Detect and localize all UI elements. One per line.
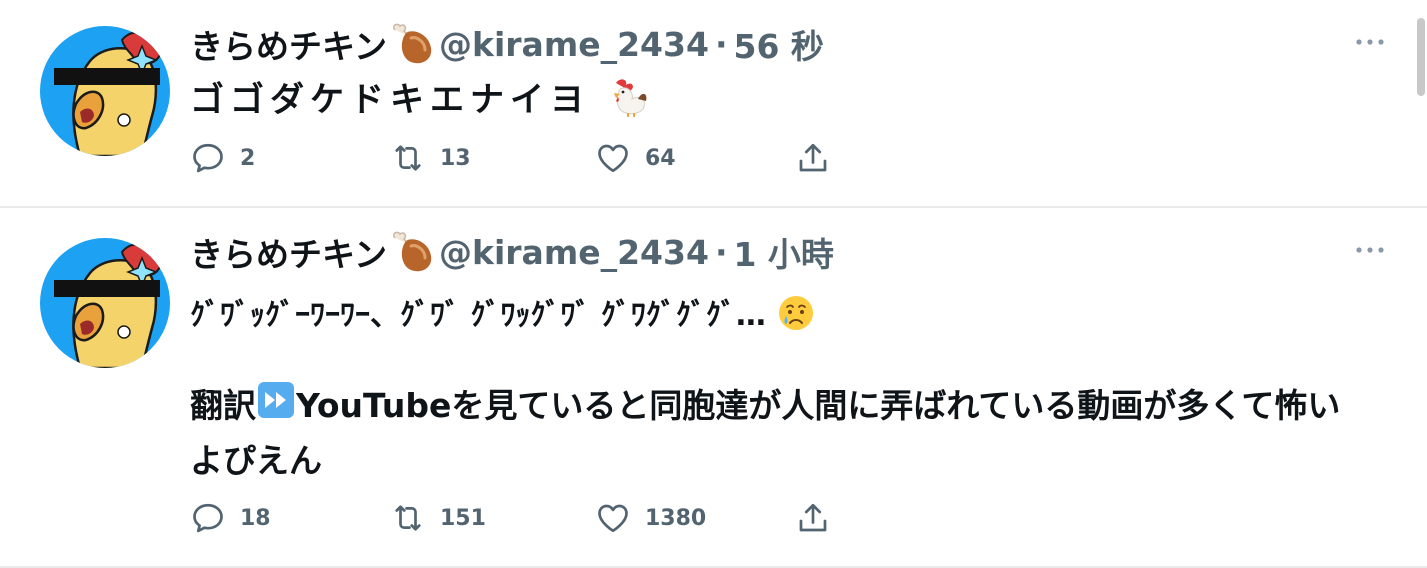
like-button[interactable]: 1380 — [595, 498, 706, 538]
reply-count: 2 — [240, 145, 256, 171]
avatar[interactable] — [40, 26, 170, 156]
retweet-count: 13 — [440, 145, 471, 171]
reply-icon — [193, 143, 223, 173]
more-horizontal-icon[interactable] — [1355, 32, 1385, 52]
share-button[interactable] — [795, 138, 831, 178]
fast-forward-emoji — [256, 380, 296, 435]
user-handle[interactable]: @kirame_2434 — [439, 25, 709, 64]
retweet-icon — [395, 505, 421, 531]
tweet[interactable]: きらめチキン @kirame_2434 · 56 秒 ゴゴダケドキエナイヨ 2 … — [0, 0, 1427, 208]
display-name[interactable]: きらめチキン — [190, 20, 387, 68]
reply-button[interactable]: 18 — [190, 498, 271, 538]
tweet-text-line: ｸﾞﾜﾞｯｸﾞｰﾜｰﾜｰ、ｸﾞﾜﾞ ｸﾞﾜｯｸﾞﾜﾞ ｸﾞﾜｸﾞｸﾞｸﾞ… — [190, 298, 766, 333]
translation-text: YouTubeを見ていると同胞達が人間に弄ばれている動画が多くて怖いよぴえん — [190, 386, 1341, 480]
retweet-count: 151 — [440, 505, 486, 531]
rooster-emoji — [608, 77, 648, 126]
tweet[interactable]: きらめチキン @kirame_2434 · 1 小時 ｸﾞﾜﾞｯｸﾞｰﾜｰﾜｰ、… — [0, 208, 1427, 568]
share-button[interactable] — [795, 498, 831, 538]
tweet-text-line: ゴゴダケドキエナイヨ — [190, 80, 590, 120]
retweet-icon — [395, 145, 421, 171]
crying-face-emoji — [776, 293, 816, 341]
like-count: 64 — [645, 145, 676, 171]
scrollbar[interactable] — [1417, 18, 1425, 96]
heart-icon — [598, 144, 628, 173]
share-icon — [799, 503, 827, 532]
drumstick-icon — [389, 22, 435, 66]
share-icon — [799, 143, 827, 172]
translation-label: 翻訳 — [190, 386, 256, 425]
retweet-button[interactable]: 151 — [390, 498, 486, 538]
like-button[interactable]: 64 — [595, 138, 676, 178]
reply-icon — [193, 503, 223, 533]
drumstick-icon — [389, 230, 435, 274]
timestamp[interactable]: 1 小時 — [733, 228, 833, 276]
tweet-text: ゴゴダケドキエナイヨ — [190, 72, 648, 126]
retweet-button[interactable]: 13 — [390, 138, 471, 178]
user-handle[interactable]: @kirame_2434 — [439, 233, 709, 272]
tweet-header: きらめチキン @kirame_2434 · 56 秒 — [190, 22, 824, 66]
tweet-text-translation: 翻訳 YouTubeを見ていると同胞達が人間に弄ばれている動画が多くて怖いよぴえ… — [190, 380, 1370, 487]
like-count: 1380 — [645, 505, 707, 531]
separator-dot: · — [714, 232, 728, 272]
avatar[interactable] — [40, 238, 170, 368]
separator-dot: · — [714, 24, 728, 64]
reply-count: 18 — [240, 505, 271, 531]
tweet-text: ｸﾞﾜﾞｯｸﾞｰﾜｰﾜｰ、ｸﾞﾜﾞ ｸﾞﾜｯｸﾞﾜﾞ ｸﾞﾜｸﾞｸﾞｸﾞ… — [190, 290, 816, 341]
display-name[interactable]: きらめチキン — [190, 228, 387, 276]
tweet-header: きらめチキン @kirame_2434 · 1 小時 — [190, 230, 834, 274]
more-horizontal-icon[interactable] — [1355, 240, 1385, 260]
timestamp[interactable]: 56 秒 — [733, 20, 823, 68]
reply-button[interactable]: 2 — [190, 138, 255, 178]
heart-icon — [598, 504, 628, 533]
